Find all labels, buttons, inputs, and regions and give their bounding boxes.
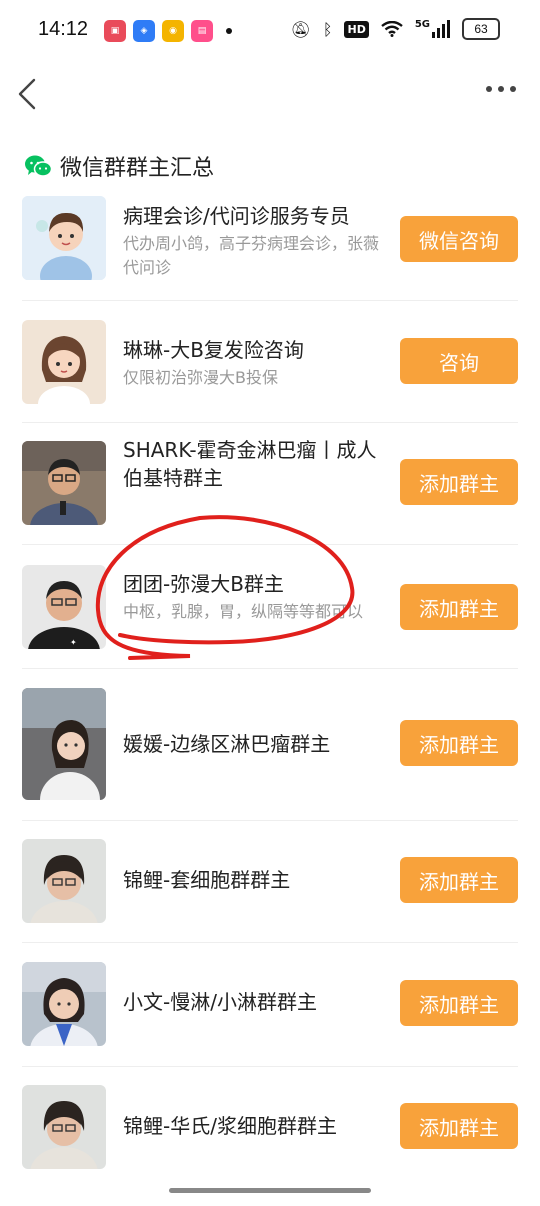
item-name: 团团-弥漫大B群主 [123,572,284,596]
notification-icons: ▣ ◈ ◉ ▤ [104,20,232,42]
add-owner-button[interactable]: 添加群主 [400,857,518,903]
more-button[interactable] [486,86,516,92]
section-header: 微信群群主汇总 [24,150,214,182]
more-dot [510,86,516,92]
status-bar: 14:12 ▣ ◈ ◉ ▤ 🔕︎ ᛒ HD 5G 63 [0,0,540,62]
list-item: 媛媛-边缘区淋巴瘤群主 添加群主 [22,668,518,821]
item-name: 琳琳-大B复发险咨询 [123,338,304,362]
list-item: 琳琳-大B复发险咨询 仅限初治弥漫大B投保 咨询 [22,300,518,423]
avatar [22,688,106,800]
item-description: 代办周小鸽，高子芬病理会诊，张薇代问诊 [123,234,380,277]
system-icons: 🔕︎ ᛒ HD 5G 63 [291,18,500,40]
add-owner-button[interactable]: 添加群主 [400,584,518,630]
wifi-icon [381,21,403,37]
item-description: 中枢，乳腺，胃，纵隔等等都可以 [123,602,364,621]
item-name: 媛媛-边缘区淋巴瘤群主 [123,732,331,756]
avatar [22,839,106,923]
svg-text:✦: ✦ [70,638,77,647]
more-dot [486,86,492,92]
mute-icon: 🔕︎ [290,19,311,39]
shield-app-icon: ◈ [133,20,155,42]
avatar [22,962,106,1046]
add-owner-button[interactable]: 添加群主 [400,720,518,766]
list-item: SHARK-霍奇金淋巴瘤丨成人伯基特群主 添加群主 [22,422,518,545]
item-name: 病理会诊/代问诊服务专员 [123,204,350,228]
home-indicator[interactable] [169,1188,371,1193]
bluetooth-icon: ᛒ [322,19,333,39]
more-dot [498,86,504,92]
list-item: 病理会诊/代问诊服务专员 代办周小鸽，高子芬病理会诊，张薇代问诊 微信咨询 [22,180,518,301]
back-button[interactable] [14,76,44,112]
item-description: 仅限初治弥漫大B投保 [123,368,278,387]
add-owner-button[interactable]: 添加群主 [400,980,518,1026]
item-name: 锦鲤-华氏/浆细胞群群主 [123,1114,337,1138]
add-owner-button[interactable]: 添加群主 [400,459,518,505]
battery-indicator: 63 [462,18,500,40]
avatar [22,196,106,280]
avatar [22,441,106,525]
weibo-icon: ◉ [162,20,184,42]
list-item: ✦ 团团-弥漫大B群主 中枢，乳腺，胃，纵隔等等都可以 添加群主 [22,544,518,669]
status-time: 14:12 [38,18,89,40]
item-name: SHARK-霍奇金淋巴瘤丨成人伯基特群主 [123,438,377,490]
wechat-icon [25,155,52,177]
avatar: ✦ [22,565,106,649]
list-item: 锦鲤-华氏/浆细胞群群主 添加群主 [22,1066,518,1186]
signal-icon: 5G [415,19,450,38]
list-item: 锦鲤-套细胞群群主 添加群主 [22,820,518,943]
avatar [22,1085,106,1169]
add-owner-button[interactable]: 添加群主 [400,1103,518,1149]
app-notification-icon: ▣ [104,20,126,42]
wechat-consult-button[interactable]: 微信咨询 [400,216,518,262]
more-notifications-dot [226,28,232,34]
list-item: 小文-慢淋/小淋群群主 添加群主 [22,942,518,1067]
avatar [22,320,106,404]
consult-button[interactable]: 咨询 [400,338,518,384]
hd-icon: HD [344,20,369,38]
item-name: 锦鲤-套细胞群群主 [123,868,291,892]
item-name: 小文-慢淋/小淋群群主 [123,990,317,1014]
section-title: 微信群群主汇总 [60,156,215,181]
shopping-app-icon: ▤ [191,20,213,42]
